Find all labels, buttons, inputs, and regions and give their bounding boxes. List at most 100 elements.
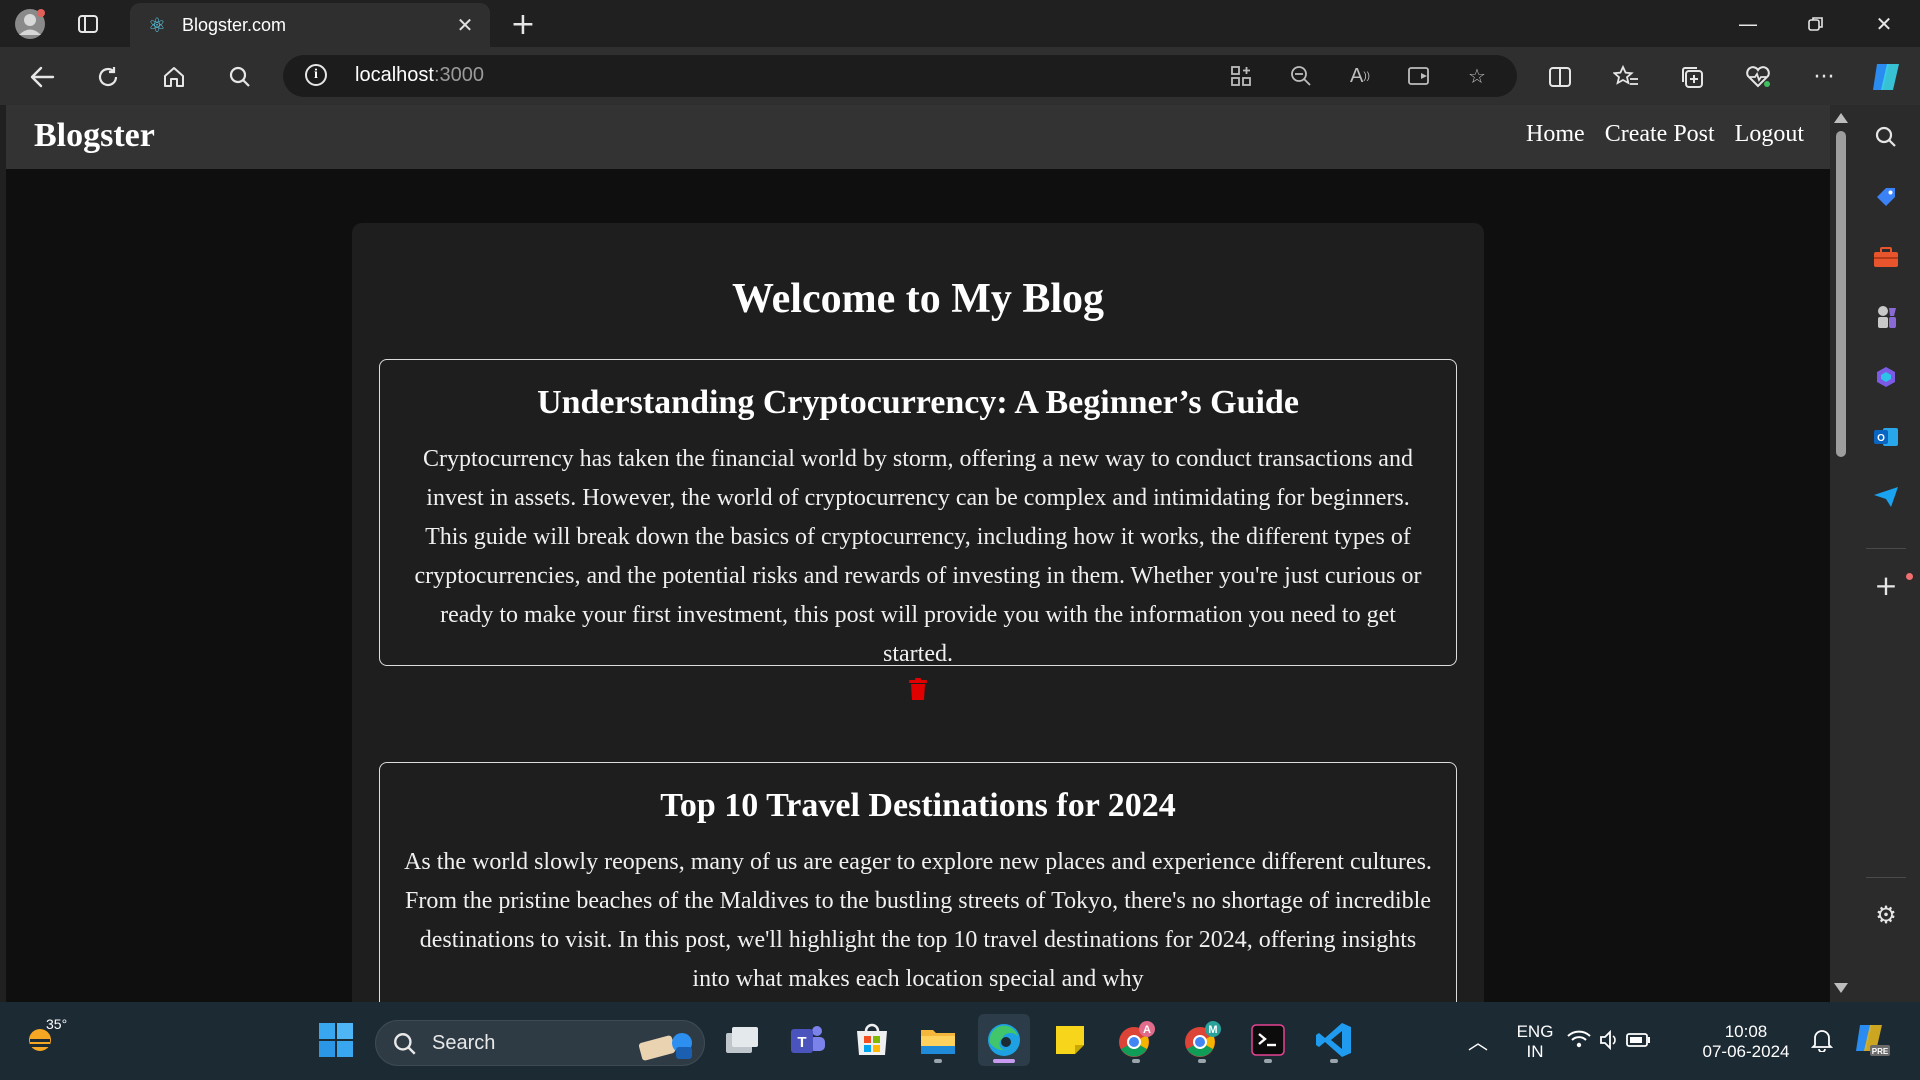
scroll-down-arrow[interactable] — [1834, 983, 1848, 993]
sidebar-search-icon[interactable] — [1866, 117, 1906, 157]
clock[interactable]: 10:08 07-06-2024 — [1690, 1022, 1802, 1062]
page-scrollbar[interactable] — [1830, 105, 1852, 1002]
weather-temp: 35° — [46, 1016, 68, 1032]
home-icon[interactable] — [154, 57, 194, 97]
close-window-icon[interactable]: ✕ — [1850, 0, 1918, 47]
shopping-tag-icon[interactable] — [1866, 177, 1906, 217]
teams-icon[interactable]: T — [782, 1014, 834, 1066]
post-body: As the world slowly reopens, many of us … — [404, 849, 1432, 992]
post-card: Top 10 Travel Destinations for 2024 As t… — [379, 762, 1457, 1002]
file-explorer-icon[interactable] — [912, 1014, 964, 1066]
zoom-out-icon[interactable] — [1287, 62, 1315, 90]
site-navbar: Blogster Home Create Post Logout — [6, 105, 1830, 169]
running-indicator — [1264, 1059, 1272, 1063]
terminal-icon[interactable] — [1242, 1014, 1294, 1066]
reload-icon[interactable] — [88, 57, 128, 97]
more-options-icon[interactable]: ··· — [1804, 57, 1844, 97]
svg-text:A: A — [1143, 1024, 1151, 1036]
sidebar-settings-gear-icon[interactable]: ⚙ — [1866, 895, 1906, 935]
favorites-icon[interactable] — [1606, 57, 1646, 97]
svg-text:O: O — [1877, 433, 1885, 444]
svg-text:T: T — [797, 1034, 806, 1051]
copilot-preview-icon[interactable]: PRE — [1846, 1014, 1898, 1066]
sidebar-divider — [1866, 548, 1906, 549]
add-sidebar-app-icon[interactable]: + — [1866, 565, 1906, 605]
url-text[interactable]: localhost:3000 — [355, 64, 484, 87]
post-body: Cryptocurrency has taken the financial w… — [414, 446, 1422, 667]
site-brand[interactable]: Blogster — [34, 117, 155, 155]
language-code: ENG — [1516, 1022, 1554, 1041]
vscode-icon[interactable] — [1308, 1014, 1360, 1066]
minimize-icon[interactable]: — — [1714, 0, 1782, 47]
task-view-icon[interactable] — [716, 1014, 768, 1066]
page-title: Welcome to My Blog — [731, 276, 1105, 322]
split-screen-icon[interactable] — [1540, 57, 1580, 97]
tab-title: Blogster.com — [182, 14, 287, 35]
new-tab-icon[interactable]: + — [505, 6, 541, 42]
tools-briefcase-icon[interactable] — [1866, 237, 1906, 277]
microsoft-365-icon[interactable] — [1866, 357, 1906, 397]
react-favicon-icon: ⚛ — [148, 13, 166, 37]
running-indicator — [1198, 1059, 1206, 1063]
notification-dot — [1906, 573, 1913, 580]
clock-date: 07-06-2024 — [1702, 1042, 1790, 1061]
wifi-volume-battery-icon — [1567, 1029, 1650, 1051]
tab-blogster[interactable]: ⚛ Blogster.com ✕ — [130, 3, 490, 47]
immersive-reader-icon[interactable] — [1406, 62, 1434, 90]
site-info-icon[interactable]: i — [305, 64, 327, 86]
posts-container: Welcome to My Blog Understanding Cryptoc… — [352, 223, 1484, 1002]
running-indicator — [934, 1059, 942, 1063]
region-code: IN — [1526, 1042, 1544, 1061]
post-title: Top 10 Travel Destinations for 2024 — [660, 787, 1176, 824]
tab-actions-icon[interactable] — [70, 6, 106, 42]
sticky-notes-icon[interactable] — [1044, 1014, 1096, 1066]
copilot-icon[interactable] — [1866, 57, 1906, 97]
sidebar-divider — [1866, 877, 1906, 878]
edge-browser-icon[interactable] — [978, 1014, 1030, 1066]
weather-widget[interactable]: 35° — [18, 1014, 70, 1066]
running-indicator — [1132, 1059, 1140, 1063]
active-indicator — [993, 1059, 1015, 1063]
chrome-profile-m-icon[interactable]: M — [1176, 1014, 1228, 1066]
taskbar-search-label: Search — [432, 1032, 496, 1054]
windows-taskbar: 35° Search T A M ︿ ENG IN 10:08 07-06-20… — [0, 1002, 1920, 1080]
games-chess-icon[interactable] — [1866, 297, 1906, 337]
show-hidden-icons-chevron-icon[interactable]: ︿ — [1452, 1014, 1504, 1066]
site-nav-links: Home Create Post Logout — [1526, 121, 1804, 148]
favorite-star-icon[interactable]: ☆ — [1463, 62, 1491, 90]
taskbar-search-box[interactable]: Search — [375, 1020, 705, 1066]
language-indicator[interactable]: ENG IN — [1505, 1022, 1565, 1062]
post-title: Understanding Cryptocurrency: A Beginner… — [537, 384, 1299, 421]
back-icon[interactable] — [22, 57, 62, 97]
nav-link-logout[interactable]: Logout — [1735, 121, 1804, 148]
outlook-icon[interactable]: O — [1866, 417, 1906, 457]
start-windows-icon[interactable] — [310, 1014, 362, 1066]
address-bar[interactable]: i localhost:3000 A)) ☆ — [283, 55, 1517, 97]
nav-link-create-post[interactable]: Create Post — [1605, 121, 1715, 148]
profile-avatar-icon[interactable] — [12, 6, 48, 42]
close-tab-icon[interactable]: ✕ — [450, 10, 480, 40]
edge-sidebar: O + ⚙ — [1852, 105, 1920, 1002]
svg-text:M: M — [1208, 1024, 1217, 1036]
network-volume-battery-group[interactable] — [1565, 1014, 1655, 1066]
delete-post-icon[interactable] — [909, 678, 927, 704]
browser-toolbar: i localhost:3000 A)) ☆ ··· — [0, 47, 1920, 105]
microsoft-store-icon[interactable] — [846, 1014, 898, 1066]
apps-icon[interactable] — [1227, 62, 1255, 90]
chrome-profile-a-icon[interactable]: A — [1110, 1014, 1162, 1066]
collections-icon[interactable] — [1672, 57, 1712, 97]
search-icon[interactable] — [220, 57, 260, 97]
svg-text:PRE: PRE — [1872, 1047, 1889, 1056]
clock-time: 10:08 — [1724, 1022, 1768, 1041]
page-viewport: Blogster Home Create Post Logout Welcome… — [6, 105, 1830, 1002]
send-icon[interactable] — [1866, 477, 1906, 517]
running-indicator — [1330, 1059, 1338, 1063]
scroll-thumb[interactable] — [1836, 131, 1846, 457]
restore-icon[interactable] — [1782, 0, 1850, 47]
read-aloud-icon[interactable]: A)) — [1346, 62, 1374, 90]
browser-essentials-icon[interactable] — [1738, 57, 1778, 97]
nav-link-home[interactable]: Home — [1526, 121, 1585, 148]
notifications-bell-icon[interactable] — [1796, 1014, 1848, 1066]
scroll-up-arrow[interactable] — [1834, 113, 1848, 123]
taskbar-search-icon — [394, 1033, 416, 1055]
